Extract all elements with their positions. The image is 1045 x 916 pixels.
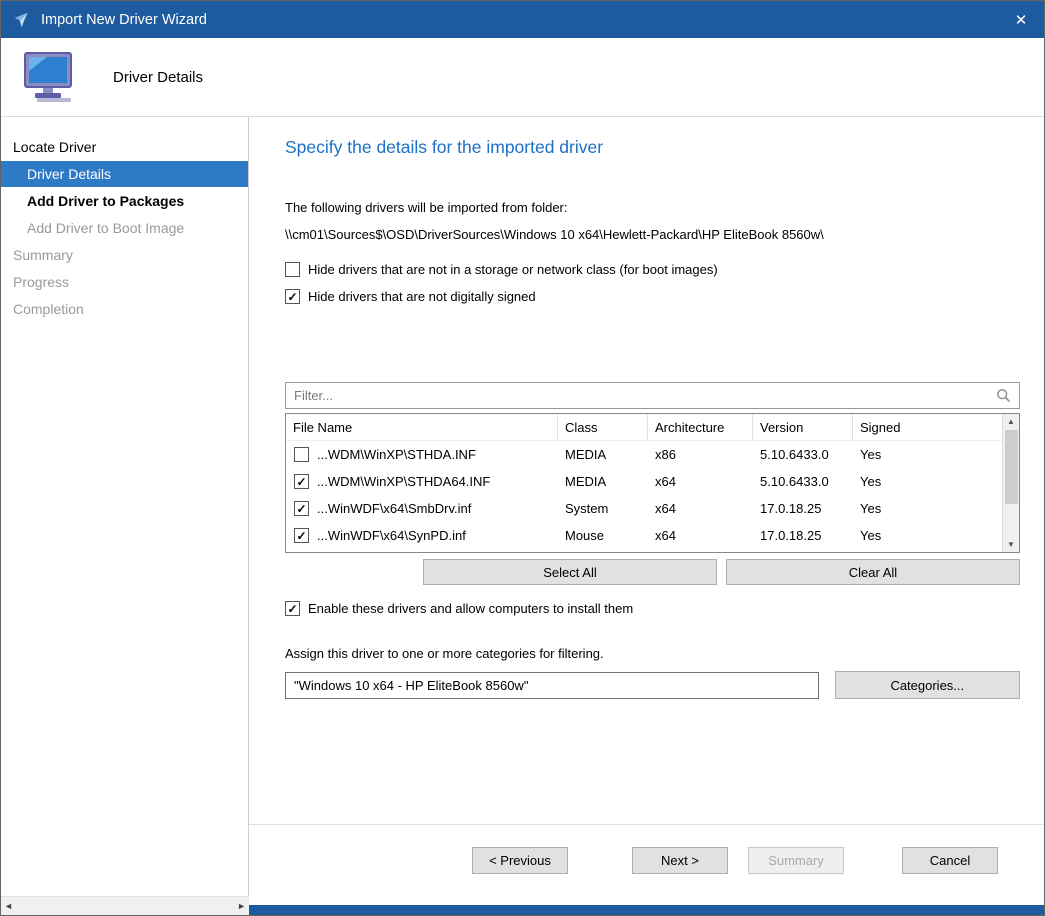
wizard-icon (13, 11, 31, 29)
sidebar-item-progress: Progress (1, 269, 248, 295)
row-checkbox[interactable] (294, 474, 309, 489)
file-name-cell: ...WDM\WinXP\STHDA.INF (317, 447, 476, 462)
driver-table: File Name Class Architecture Version Sig… (285, 413, 1020, 553)
column-header-file-name[interactable]: File Name (286, 414, 558, 440)
close-icon[interactable]: ✕ (998, 1, 1044, 38)
computer-icon (21, 50, 79, 104)
row-checkbox[interactable] (294, 447, 309, 462)
signed-cell: Yes (853, 501, 1002, 516)
wizard-steps-sidebar: Locate Driver Driver Details Add Driver … (1, 117, 249, 896)
import-new-driver-wizard-window: Import New Driver Wizard ✕ Driver Detail… (0, 0, 1045, 916)
bottom-accent-strip (249, 905, 1044, 915)
sidebar-item-summary: Summary (1, 242, 248, 268)
file-name-cell: ...WinWDF\x64\SynPD.inf (317, 528, 466, 543)
version-cell: 5.10.6433.0 (753, 447, 853, 462)
previous-button[interactable]: < Previous (472, 847, 568, 874)
hide-unsigned-checkbox[interactable]: Hide drivers that are not digitally sign… (285, 289, 1020, 304)
cancel-button[interactable]: Cancel (902, 847, 998, 874)
column-header-version[interactable]: Version (753, 414, 853, 440)
architecture-cell: x64 (648, 528, 753, 543)
title-bar[interactable]: Import New Driver Wizard ✕ (1, 1, 1044, 38)
version-cell: 17.0.18.25 (753, 501, 853, 516)
wizard-footer: < Previous Next > Summary Cancel (249, 824, 1044, 896)
summary-button: Summary (748, 847, 844, 874)
window-title: Import New Driver Wizard (41, 12, 998, 28)
architecture-cell: x64 (648, 501, 753, 516)
column-header-signed[interactable]: Signed (853, 414, 1002, 440)
checkbox-label: Hide drivers that are not in a storage o… (308, 262, 718, 277)
row-checkbox[interactable] (294, 501, 309, 516)
scroll-up-icon[interactable]: ▲ (1003, 414, 1019, 429)
scrollbar-track[interactable] (1003, 429, 1019, 537)
hide-storage-checkbox[interactable]: Hide drivers that are not in a storage o… (285, 262, 1020, 277)
signed-cell: Yes (853, 474, 1002, 489)
class-cell: MEDIA (558, 447, 648, 462)
class-cell: MEDIA (558, 474, 648, 489)
class-cell: System (558, 501, 648, 516)
class-cell: Mouse (558, 528, 648, 543)
scroll-down-icon[interactable]: ▼ (1003, 537, 1019, 552)
file-name-cell: ...WDM\WinXP\STHDA64.INF (317, 474, 490, 489)
table-vertical-scrollbar[interactable]: ▲ ▼ (1002, 414, 1019, 552)
next-button[interactable]: Next > (632, 847, 728, 874)
column-header-class[interactable]: Class (558, 414, 648, 440)
sidebar-item-add-driver-to-packages[interactable]: Add Driver to Packages (1, 188, 248, 214)
driver-source-path: \\cm01\Sources$\OSD\DriverSources\Window… (285, 227, 1020, 242)
checkbox-box[interactable] (285, 289, 300, 304)
version-cell: 17.0.18.25 (753, 528, 853, 543)
sidebar-item-driver-details[interactable]: Driver Details (1, 161, 248, 187)
search-icon (996, 388, 1011, 403)
version-cell: 5.10.6433.0 (753, 474, 853, 489)
sidebar-item-add-driver-to-boot-image: Add Driver to Boot Image (1, 215, 248, 241)
architecture-cell: x64 (648, 474, 753, 489)
filter-input[interactable] (294, 388, 996, 403)
checkbox-box[interactable] (285, 601, 300, 616)
scrollbar-thumb[interactable] (1005, 430, 1018, 504)
table-row[interactable]: ...WDM\WinXP\STHDA64.INF MEDIA x64 5.10.… (286, 468, 1002, 495)
signed-cell: Yes (853, 528, 1002, 543)
clear-all-button[interactable]: Clear All (726, 559, 1020, 585)
signed-cell: Yes (853, 447, 1002, 462)
select-all-button[interactable]: Select All (423, 559, 717, 585)
row-checkbox[interactable] (294, 528, 309, 543)
bottom-bar: ◄ ► (1, 896, 1044, 915)
assign-category-text: Assign this driver to one or more catego… (285, 646, 1020, 661)
intro-text: The following drivers will be imported f… (285, 200, 1020, 215)
categories-button[interactable]: Categories... (835, 671, 1020, 699)
table-header-row: File Name Class Architecture Version Sig… (286, 414, 1002, 441)
table-row[interactable]: ...WinWDF\x64\SynPD.inf Mouse x64 17.0.1… (286, 522, 1002, 549)
checkbox-box[interactable] (285, 262, 300, 277)
checkbox-label: Hide drivers that are not digitally sign… (308, 289, 536, 304)
category-field[interactable]: "Windows 10 x64 - HP EliteBook 8560w" (285, 672, 819, 699)
scroll-left-icon[interactable]: ◄ (4, 901, 13, 911)
bottom-strip-holder (249, 896, 1044, 915)
checkbox-label: Enable these drivers and allow computers… (308, 601, 633, 616)
file-name-cell: ...WinWDF\x64\SmbDrv.inf (317, 501, 471, 516)
sidebar-item-completion: Completion (1, 296, 248, 322)
sidebar-horizontal-scrollbar[interactable]: ◄ ► (1, 896, 249, 915)
table-row[interactable]: ...WDM\WinXP\STHDA.INF MEDIA x86 5.10.64… (286, 441, 1002, 468)
content-heading: Specify the details for the imported dri… (285, 137, 1020, 158)
table-row[interactable]: ...WinWDF\x64\SmbDrv.inf System x64 17.0… (286, 495, 1002, 522)
page-title: Driver Details (113, 69, 203, 86)
column-header-architecture[interactable]: Architecture (648, 414, 753, 440)
wizard-header: Driver Details (1, 38, 1044, 117)
architecture-cell: x86 (648, 447, 753, 462)
scroll-right-icon[interactable]: ► (237, 901, 246, 911)
enable-drivers-checkbox[interactable]: Enable these drivers and allow computers… (285, 601, 1020, 616)
filter-box (285, 382, 1020, 409)
sidebar-item-locate-driver[interactable]: Locate Driver (1, 134, 248, 160)
